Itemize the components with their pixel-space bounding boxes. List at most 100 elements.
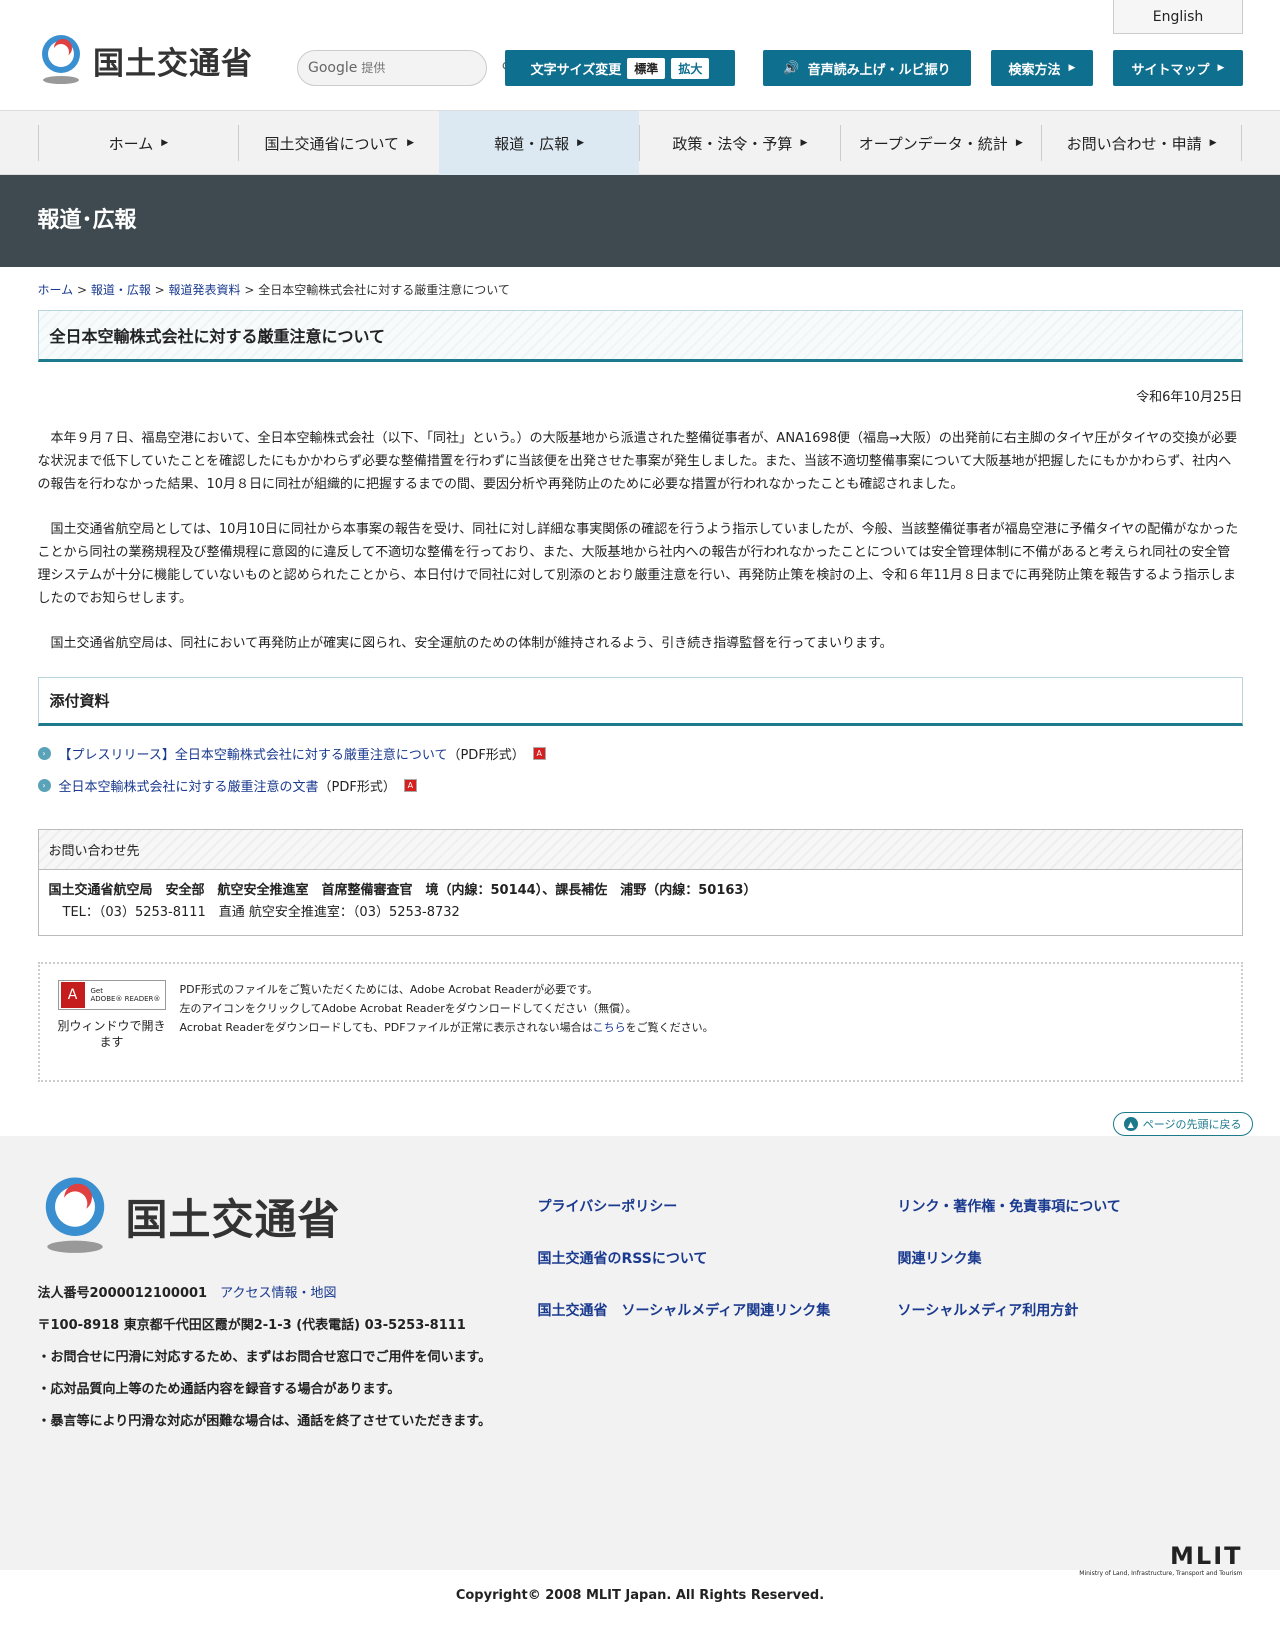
search-box[interactable]: Google ⚲ xyxy=(297,50,512,86)
contact-box: お問い合わせ先 国土交通省航空局 安全部 航空安全推進室 首席整備審査官 境（内… xyxy=(37,829,1243,936)
footer-info: 法人番号2000012100001 アクセス情報・地図 〒100-8918 東京… xyxy=(38,1278,498,1438)
sitemap-label: サイトマップ xyxy=(1131,62,1210,78)
search-method-label: 検索方法 xyxy=(1008,62,1061,78)
font-size-control: 文字サイズ変更 標準 拡大 xyxy=(505,50,735,86)
attachment-item: › 【プレスリリース】全日本空輸株式会社に対する厳重注意について （PDF形式）… xyxy=(37,744,1243,763)
mlit-wordmark-text: MLIT xyxy=(1170,1542,1243,1570)
contact-person: 国土交通省航空局 安全部 航空安全推進室 首席整備審査官 境（内線：50144）… xyxy=(48,883,757,898)
reader-instructions: PDF形式のファイルをご覧いただくためには、Adobe Acrobat Read… xyxy=(180,980,714,1064)
footer-address: 〒100-8918 東京都千代田区霞が関2-1-3 (代表電話) 03-5253… xyxy=(37,1318,466,1333)
pdf-icon: A xyxy=(403,779,417,792)
footer-note: ・暴言等により円滑な対応が困難な場合は、通話を終了させていただきます。 xyxy=(37,1414,491,1429)
nav-label: 政策・法令・予算 xyxy=(672,134,793,153)
nav-item-contact[interactable]: お問い合わせ・申請 ▶ xyxy=(1040,125,1243,161)
breadcrumb-releases[interactable]: 報道発表資料 xyxy=(169,283,241,297)
search-input[interactable] xyxy=(361,61,502,75)
footer-note: ・応対品質向上等のため通話内容を録音する場合があります。 xyxy=(37,1382,401,1397)
corp-number: 法人番号2000012100001 xyxy=(37,1286,208,1301)
footer-link-related[interactable]: 関連リンク集 xyxy=(898,1248,1238,1268)
nav-item-about[interactable]: 国土交通省について ▶ xyxy=(238,125,439,161)
chevron-right-icon: › xyxy=(37,779,51,792)
nav-label: ホーム xyxy=(108,134,154,153)
release-date: 令和6年10月25日 xyxy=(1136,390,1243,405)
mlit-logo-icon xyxy=(45,1177,104,1253)
attachment-link-press-release[interactable]: 【プレスリリース】全日本空輸株式会社に対する厳重注意について xyxy=(59,744,448,763)
attachment-link-document[interactable]: 全日本空輸株式会社に対する厳重注意の文書 xyxy=(59,776,319,795)
nav-item-policy[interactable]: 政策・法令・予算 ▶ xyxy=(638,125,840,161)
triangle-right-icon: ▶ xyxy=(1068,63,1076,73)
triangle-right-icon: ▶ xyxy=(161,138,169,148)
attachment-list: › 【プレスリリース】全日本空輸株式会社に対する厳重注意について （PDF形式）… xyxy=(37,744,1243,795)
footer-link-copyright[interactable]: リンク・著作権・免責事項について xyxy=(898,1196,1238,1216)
footer-note: ・お問合せに円滑に対応するため、まずはお問合せ窓口でご用件を伺います。 xyxy=(37,1350,492,1365)
breadcrumb-home[interactable]: ホーム xyxy=(38,283,74,297)
breadcrumb-separator: > xyxy=(240,283,259,297)
breadcrumb-press[interactable]: 報道・広報 xyxy=(91,283,151,297)
attachment-item: › 全日本空輸株式会社に対する厳重注意の文書 （PDF形式） A xyxy=(37,776,1243,795)
chevron-right-icon: › xyxy=(37,747,51,760)
mlit-wordmark: MLIT Ministry of Land, Infrastructure, T… xyxy=(1079,1542,1242,1577)
sitemap-button[interactable]: サイトマップ ▶ xyxy=(1113,50,1243,86)
speech-label: 音声読み上げ・ルビ振り xyxy=(807,62,951,78)
footer-link-privacy[interactable]: プライバシーポリシー xyxy=(538,1196,898,1216)
triangle-right-icon: ▶ xyxy=(407,138,414,148)
triangle-right-icon: ▶ xyxy=(1015,138,1023,148)
reader-line: PDF形式のファイルをご覧いただくためには、Adobe Acrobat Read… xyxy=(179,983,598,996)
back-to-top-button[interactable]: ▲ ページの先頭に戻る xyxy=(1112,1112,1253,1136)
triangle-right-icon: ▶ xyxy=(1209,138,1217,148)
contact-heading: お問い合わせ先 xyxy=(38,830,1242,870)
site-header: English 国土交通省 Google ⚲ 文字サイズ変更 標準 拡大 🔊 音… xyxy=(0,0,1280,111)
corp-number-row: 法人番号2000012100001 アクセス情報・地図 xyxy=(38,1278,498,1310)
footer-link-rss[interactable]: 国土交通省のRSSについて xyxy=(538,1248,898,1268)
footer-site-name: 国土交通省 xyxy=(125,1194,341,1244)
triangle-right-icon: ▶ xyxy=(800,138,808,148)
copyright: Copyright© 2008 MLIT Japan. All Rights R… xyxy=(455,1588,825,1603)
nav-label: 国土交通省について xyxy=(264,134,400,153)
footer-link-social-links[interactable]: 国土交通省 ソーシャルメディア関連リンク集 xyxy=(538,1300,898,1320)
triangle-right-icon: ▶ xyxy=(577,138,585,148)
english-link[interactable]: English xyxy=(1113,0,1243,34)
speech-button[interactable]: 🔊 音声読み上げ・ルビ振り xyxy=(763,50,971,86)
mlit-wordmark-sub: Ministry of Land, Infrastructure, Transp… xyxy=(1079,1570,1243,1577)
breadcrumb-separator: > xyxy=(73,283,91,297)
pagetop-wrap: ▲ ページの先頭に戻る xyxy=(38,1112,1253,1136)
global-nav: ホーム ▶ 国土交通省について ▶ 報道・広報 ▶ 政策・法令・予算 ▶ オープンデータ… xyxy=(0,111,1280,175)
pdf-icon: A xyxy=(532,747,546,760)
nav-label: お問い合わせ・申請 xyxy=(1066,134,1202,153)
nav-item-opendata[interactable]: オープンデータ・統計 ▶ xyxy=(839,125,1041,161)
footer-link-social-policy[interactable]: ソーシャルメディア利用方針 xyxy=(898,1300,1238,1320)
breadcrumb-separator: > xyxy=(150,283,169,297)
search-method-button[interactable]: 検索方法 ▶ xyxy=(991,50,1093,86)
contact-body: 国土交通省航空局 安全部 航空安全推進室 首席整備審査官 境（内線：50144）… xyxy=(39,870,1242,935)
contact-phone: TEL：（03）5253-8111 直通 航空安全推進室：（03）5253-87… xyxy=(62,905,460,920)
attachments-heading: 添付資料 xyxy=(37,677,1243,726)
reader-line-text: Acrobat Readerをダウンロードしても、PDFファイルが正常に表示され… xyxy=(179,1021,593,1034)
reader-badge-text: Get ADOBE® READER® xyxy=(87,987,161,1003)
reader-line-text: をご覧ください。 xyxy=(625,1021,714,1034)
nav-item-home[interactable]: ホーム ▶ xyxy=(37,125,239,161)
article-paragraph: 本年９月７日、福島空港において、全日本空輸株式会社（以下、「同社」という。）の大… xyxy=(37,431,1238,492)
site-name: 国土交通省 xyxy=(93,45,253,82)
article-paragraph: 国土交通省航空局としては、10月10日に同社から本事案の報告を受け、同社に対し詳… xyxy=(37,522,1239,606)
reader-download: A Get ADOBE® READER® 別ウィンドウで開きます xyxy=(57,980,166,1064)
adobe-reader-notice: A Get ADOBE® READER® 別ウィンドウで開きます PDF形式のファ… xyxy=(37,962,1243,1082)
font-size-large-button[interactable]: 拡大 xyxy=(671,57,710,79)
footer-links: プライバシーポリシー リンク・著作権・免責事項について 国土交通省のRSSについ… xyxy=(538,1196,1238,1320)
article-body: 本年９月７日、福島空港において、全日本空輸株式会社（以下、「同社」という。）の大… xyxy=(38,427,1243,655)
search-brand: Google xyxy=(308,60,358,76)
speaker-icon: 🔊 xyxy=(783,60,800,76)
section-title: 報道･広報 xyxy=(37,208,137,233)
get-adobe-reader-button[interactable]: A Get ADOBE® READER® xyxy=(57,980,166,1010)
font-size-label: 文字サイズ変更 xyxy=(530,62,622,78)
section-band: 報道･広報 xyxy=(0,175,1280,267)
reader-line: 左のアイコンをクリックしてAdobe Acrobat Readerをダウンロード… xyxy=(179,1002,637,1015)
font-size-standard-button[interactable]: 標準 xyxy=(627,57,666,79)
back-to-top-label: ページの先頭に戻る xyxy=(1142,1118,1242,1131)
article-paragraph: 国土交通省航空局は、同社において再発防止が確実に図られ、安全運航のための体制が維… xyxy=(50,636,893,651)
adobe-pdf-icon: A xyxy=(60,982,85,1008)
access-link[interactable]: アクセス情報・地図 xyxy=(220,1286,336,1301)
nav-item-press[interactable]: 報道・広報 ▶ xyxy=(439,111,639,175)
site-logo[interactable]: 国土交通省 xyxy=(37,34,253,86)
breadcrumb-current: 全日本空輸株式会社に対する厳重注意について xyxy=(258,283,510,297)
reader-help-link[interactable]: こちら xyxy=(593,1021,626,1034)
